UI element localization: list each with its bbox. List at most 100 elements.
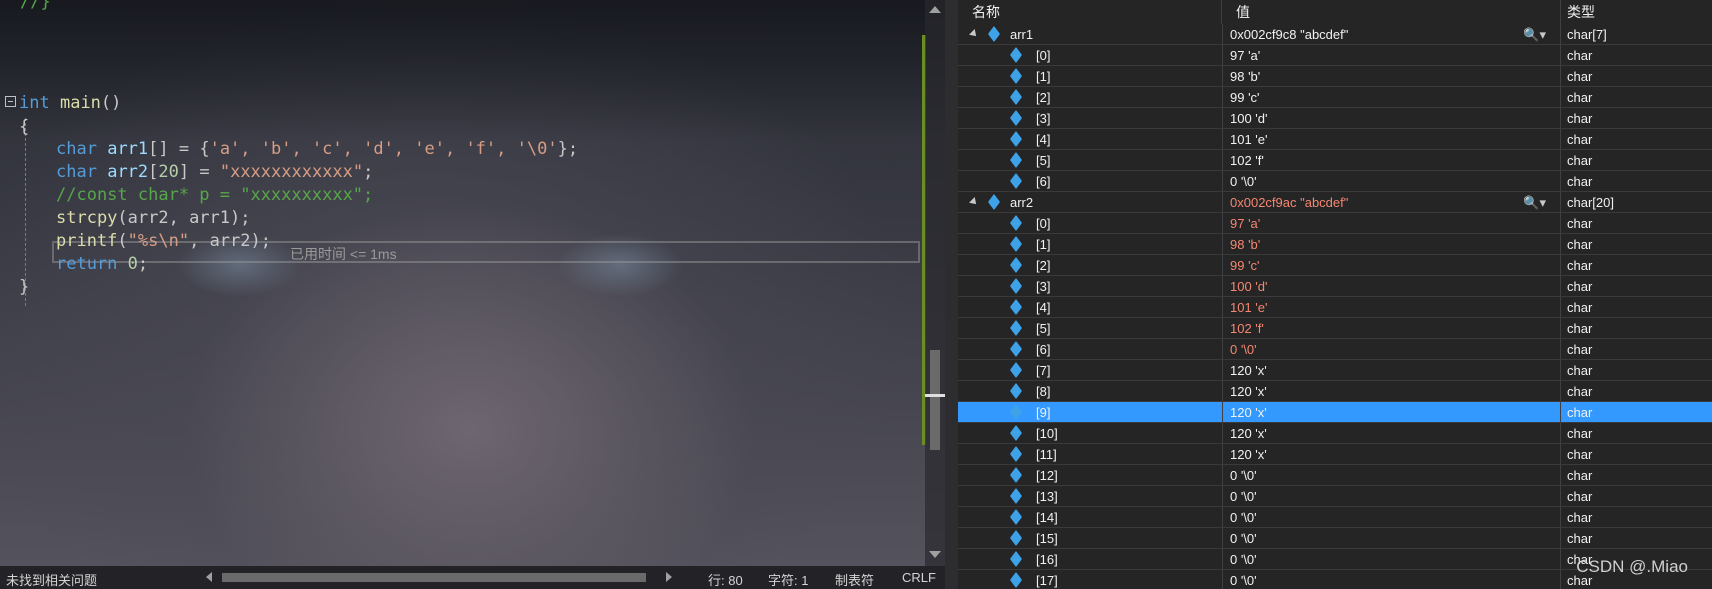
vertical-scrollbar[interactable]	[925, 0, 945, 566]
element-value[interactable]: 0 '\0'	[1222, 339, 1561, 359]
element-value[interactable]: 99 'c'	[1222, 87, 1561, 107]
watch-row-item[interactable]: [11] 120 'x' char	[958, 444, 1712, 465]
element-value[interactable]: 120 'x'	[1222, 444, 1561, 464]
code-line-strcpy[interactable]: strcpy(arr2, arr1);	[56, 206, 250, 230]
element-value[interactable]: 102 'f'	[1222, 318, 1561, 338]
element-index: [2]	[1036, 258, 1051, 273]
column-header-name[interactable]: 名称	[958, 0, 1222, 24]
watch-row-arr2[interactable]: arr2 0x002cf9ac "abcdef" 🔍▾ char[20]	[958, 192, 1712, 213]
code-line-top-comment: //}	[20, 0, 51, 12]
element-value[interactable]: 0 '\0'	[1222, 486, 1561, 506]
magnifier-icon[interactable]: 🔍▾	[1523, 24, 1546, 45]
element-icon	[1009, 256, 1023, 274]
watch-row-item[interactable]: [13] 0 '\0' char	[958, 486, 1712, 507]
watch-row-item[interactable]: [6] 0 '\0' char	[958, 171, 1712, 192]
watch-row-item[interactable]: [5] 102 'f' char	[958, 318, 1712, 339]
expand-arrow-icon[interactable]	[969, 29, 979, 39]
eol-indicator[interactable]: CRLF	[902, 570, 936, 585]
element-icon	[1009, 382, 1023, 400]
element-value[interactable]: 97 'a'	[1222, 45, 1561, 65]
watch-row-item[interactable]: [9] 120 'x' char	[958, 402, 1712, 423]
element-value[interactable]: 100 'd'	[1222, 108, 1561, 128]
element-type: char	[1567, 216, 1593, 231]
expand-arrow-icon[interactable]	[969, 197, 979, 207]
element-value[interactable]: 99 'c'	[1222, 255, 1561, 275]
element-value[interactable]: 120 'x'	[1222, 423, 1561, 443]
magnifier-icon[interactable]: 🔍▾	[1523, 192, 1546, 213]
element-value[interactable]: 101 'e'	[1222, 129, 1561, 149]
code-line-arr2[interactable]: char arr2[20] = "xxxxxxxxxxxx";	[56, 160, 373, 184]
code-editor[interactable]: //} int main() { char arr1[] = {'a', 'b'…	[0, 0, 945, 566]
scroll-up-arrow-icon[interactable]	[929, 6, 941, 13]
watch-row-item[interactable]: [3] 100 'd' char	[958, 108, 1712, 129]
watch-row-item[interactable]: [10] 120 'x' char	[958, 423, 1712, 444]
element-value[interactable]: 0 '\0'	[1222, 528, 1561, 548]
code-line-printf[interactable]: printf("%s\n", arr2);	[56, 229, 271, 253]
column-header-value[interactable]: 值	[1222, 0, 1561, 24]
element-value[interactable]: 0 '\0'	[1222, 507, 1561, 527]
watch-row-item[interactable]: [0] 97 'a' char	[958, 45, 1712, 66]
indent-indicator[interactable]: 制表符	[835, 570, 874, 589]
element-value[interactable]: 100 'd'	[1222, 276, 1561, 296]
scroll-thumb[interactable]	[930, 350, 940, 450]
code-line-brace-close[interactable]: }	[19, 275, 29, 299]
char-indicator[interactable]: 字符: 1	[768, 570, 808, 589]
scroll-left-arrow-icon[interactable]	[206, 572, 212, 582]
scroll-down-arrow-icon[interactable]	[929, 551, 941, 558]
watch-panel[interactable]: 名称 值 类型 arr1 0x002cf9c8 "abcdef" 🔍▾ char[7]…	[958, 0, 1712, 589]
code-line-arr1[interactable]: char arr1[] = {'a', 'b', 'c', 'd', 'e', …	[56, 137, 578, 161]
watch-row-item[interactable]: [8] 120 'x' char	[958, 381, 1712, 402]
watch-row-item[interactable]: [7] 120 'x' char	[958, 360, 1712, 381]
column-header-type[interactable]: 类型	[1561, 0, 1712, 24]
element-value[interactable]: 97 'a'	[1222, 213, 1561, 233]
watch-row-arr1[interactable]: arr1 0x002cf9c8 "abcdef" 🔍▾ char[7]	[958, 24, 1712, 45]
code-line-return[interactable]: return 0;	[56, 252, 148, 276]
element-value[interactable]: 0 '\0'	[1222, 171, 1561, 191]
element-value[interactable]: 101 'e'	[1222, 297, 1561, 317]
element-icon	[1009, 487, 1023, 505]
element-icon	[1009, 508, 1023, 526]
panel-splitter[interactable]	[945, 0, 958, 589]
line-indicator[interactable]: 行: 80	[708, 570, 743, 589]
hscroll-thumb[interactable]	[222, 573, 646, 582]
element-value[interactable]: 120 'x'	[1222, 360, 1561, 380]
watch-row-item[interactable]: [15] 0 '\0' char	[958, 528, 1712, 549]
element-value[interactable]: 0 '\0'	[1222, 549, 1561, 569]
element-value[interactable]: 102 'f'	[1222, 150, 1561, 170]
watch-name-cell: [2]	[958, 255, 1223, 275]
element-index: [8]	[1036, 384, 1051, 399]
editor-background	[0, 0, 945, 140]
watch-row-item[interactable]: [1] 98 'b' char	[958, 234, 1712, 255]
watch-name-cell: [12]	[958, 465, 1223, 485]
watch-row-item[interactable]: [3] 100 'd' char	[958, 276, 1712, 297]
watch-row-item[interactable]: [1] 98 'b' char	[958, 66, 1712, 87]
watch-row-item[interactable]: [12] 0 '\0' char	[958, 465, 1712, 486]
variable-value[interactable]: 0x002cf9c8 "abcdef" 🔍▾	[1222, 24, 1561, 44]
element-value[interactable]: 0 '\0'	[1222, 570, 1561, 589]
watch-row-item[interactable]: [5] 102 'f' char	[958, 150, 1712, 171]
collapse-icon[interactable]	[5, 96, 16, 107]
horizontal-scrollbar[interactable]	[206, 572, 672, 583]
element-index: [4]	[1036, 300, 1051, 315]
scroll-right-arrow-icon[interactable]	[666, 572, 672, 582]
code-line-comment[interactable]: //const char* p = "xxxxxxxxxx";	[56, 183, 373, 207]
watch-row-item[interactable]: [0] 97 'a' char	[958, 213, 1712, 234]
watch-name-cell: [8]	[958, 381, 1223, 401]
watch-row-item[interactable]: [2] 99 'c' char	[958, 255, 1712, 276]
variable-value[interactable]: 0x002cf9ac "abcdef" 🔍▾	[1222, 192, 1561, 212]
element-type: char	[1567, 90, 1593, 105]
issues-status[interactable]: 未找到相关问题	[6, 570, 97, 589]
element-value[interactable]: 98 'b'	[1222, 66, 1561, 86]
watch-row-item[interactable]: [2] 99 'c' char	[958, 87, 1712, 108]
watch-row-item[interactable]: [6] 0 '\0' char	[958, 339, 1712, 360]
watch-row-item[interactable]: [14] 0 '\0' char	[958, 507, 1712, 528]
code-line-brace-open[interactable]: {	[19, 115, 29, 139]
element-value[interactable]: 0 '\0'	[1222, 465, 1561, 485]
watch-name-cell: [6]	[958, 171, 1223, 191]
element-value[interactable]: 120 'x'	[1222, 381, 1561, 401]
watch-row-item[interactable]: [4] 101 'e' char	[958, 297, 1712, 318]
watch-row-item[interactable]: [4] 101 'e' char	[958, 129, 1712, 150]
element-value[interactable]: 98 'b'	[1222, 234, 1561, 254]
code-line-main[interactable]: int main()	[19, 91, 121, 115]
element-value[interactable]: 120 'x'	[1222, 402, 1561, 422]
